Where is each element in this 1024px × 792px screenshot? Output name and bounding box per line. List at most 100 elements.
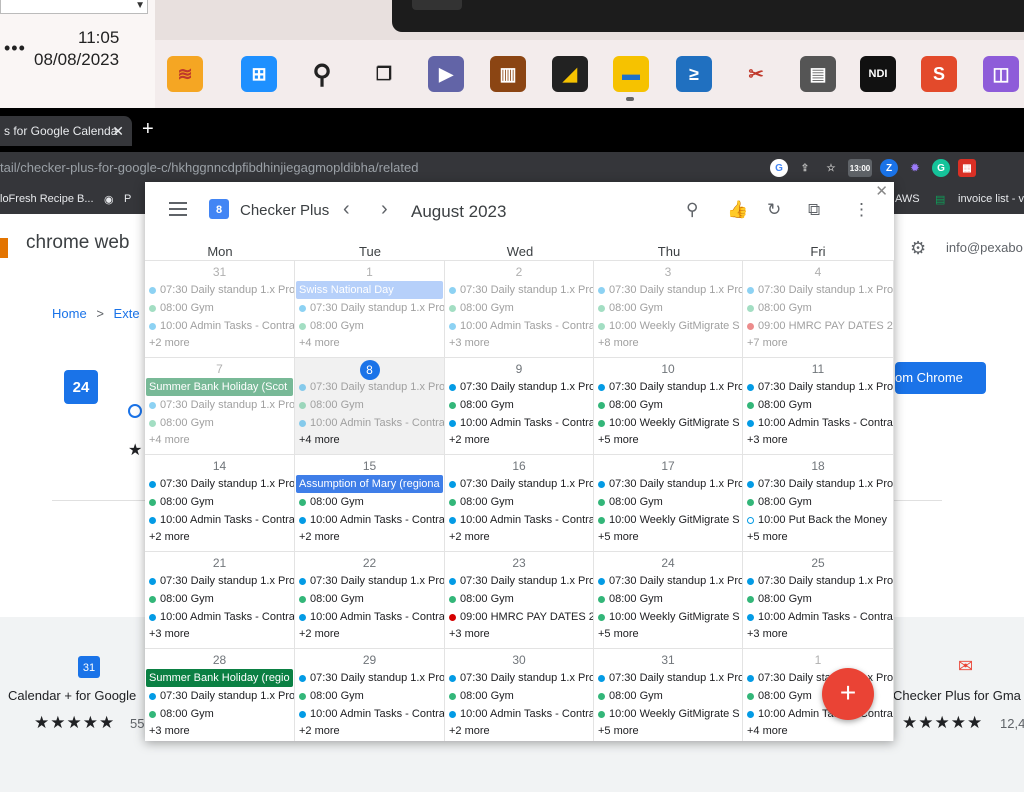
more-events-link[interactable]: +4 more — [295, 432, 444, 448]
more-events-link[interactable]: +3 more — [145, 723, 294, 739]
prev-month-icon[interactable]: ‹ — [343, 198, 350, 221]
more-events-link[interactable]: +5 more — [594, 626, 742, 642]
settings-gear-icon[interactable]: ⚙ — [910, 238, 926, 259]
calendar-event[interactable]: 10:00 Weekly GitMigrate S — [594, 317, 742, 335]
bookmark-p[interactable]: P — [124, 193, 131, 205]
checker-plus-badge-icon[interactable]: 13:00 — [848, 159, 872, 177]
calendar-event[interactable]: 08:00 Gym — [145, 705, 294, 723]
day-cell[interactable]: 25 07:30 Daily standup 1.x Pro 08:00 Gym 10… — [743, 551, 894, 648]
more-events-link[interactable]: +2 more — [145, 335, 294, 351]
calendar-event[interactable]: 08:00 Gym — [295, 317, 444, 335]
open-external-icon[interactable]: ⧉ — [808, 200, 820, 220]
calendar-event[interactable]: 08:00 Gym — [594, 687, 742, 705]
more-events-link[interactable]: +3 more — [445, 335, 593, 351]
more-events-link[interactable]: +2 more — [295, 529, 444, 545]
day-cell[interactable]: 21 07:30 Daily standup 1.x Pro 08:00 Gym 10… — [145, 551, 295, 648]
star-bookmark-icon[interactable]: ☆ — [822, 159, 840, 177]
clock-date[interactable]: 08/08/2023 — [34, 50, 119, 70]
day-cell[interactable]: 31 07:30 Daily standup 1.x Pro 08:00 Gym 10… — [145, 260, 295, 357]
purple-app-icon[interactable]: ◫ — [983, 56, 1019, 92]
more-vert-icon[interactable]: ⋮ — [853, 200, 870, 220]
add-event-button[interactable]: + — [822, 668, 874, 720]
day-cell[interactable]: 28 Summer Bank Holiday (regio 07:30 Daily … — [145, 648, 295, 741]
day-number[interactable]: 3 — [594, 263, 742, 281]
day-number[interactable]: 31 — [145, 263, 294, 281]
more-events-link[interactable]: +5 more — [594, 432, 742, 448]
calendar-event[interactable]: 10:00 Admin Tasks - Contra — [295, 414, 444, 432]
related-item-title-left[interactable]: Calendar + for Google — [8, 688, 136, 703]
calendar-event[interactable]: 10:00 Weekly GitMigrate S — [594, 705, 742, 723]
day-cell[interactable]: 11 07:30 Daily standup 1.x Pro 08:00 Gym 10… — [743, 357, 894, 454]
day-cell[interactable]: 17 07:30 Daily standup 1.x Pro 08:00 Gym 10… — [594, 454, 743, 551]
task-view-icon[interactable]: ❐ — [366, 56, 402, 92]
ndi-icon[interactable]: NDI — [860, 56, 896, 92]
calendar-event[interactable]: 10:00 Admin Tasks - Contra — [445, 414, 593, 432]
day-cell[interactable]: 2 07:30 Daily standup 1.x Pro 08:00 Gym 10:… — [445, 260, 594, 357]
more-events-link[interactable]: +2 more — [145, 529, 294, 545]
tab-google-calendar[interactable]: s for Google Calenda ✕ — [0, 116, 132, 146]
day-cell[interactable]: 18 07:30 Daily standup 1.x Pro 08:00 Gym 10… — [743, 454, 894, 551]
all-day-event[interactable]: Assumption of Mary (regiona — [296, 475, 443, 493]
more-events-link[interactable]: +3 more — [445, 626, 593, 642]
calendar-event[interactable]: 07:30 Daily standup 1.x Pro — [594, 281, 742, 299]
more-events-link[interactable]: +2 more — [445, 529, 593, 545]
calendar-event[interactable]: 07:30 Daily standup 1.x Pro — [594, 475, 742, 493]
day-number[interactable]: 11 — [743, 360, 893, 378]
calendar-event[interactable]: 08:00 Gym — [295, 493, 444, 511]
calendar-event[interactable]: 08:00 Gym — [145, 299, 294, 317]
calendar-event[interactable]: 07:30 Daily standup 1.x Pro — [594, 669, 742, 687]
more-events-link[interactable]: +8 more — [594, 335, 742, 351]
more-events-link[interactable]: +4 more — [145, 432, 294, 448]
calendar-event[interactable]: 10:00 Admin Tasks - Contra — [743, 608, 893, 626]
dropdown-strip[interactable]: ▼ — [0, 0, 148, 14]
thumbs-up-icon[interactable]: 👍 — [727, 200, 748, 220]
day-number[interactable]: 1 — [743, 651, 893, 669]
calendar-event[interactable]: 10:00 Admin Tasks - Contra — [445, 317, 593, 335]
calendar-event[interactable]: 10:00 Put Back the Money — [743, 511, 893, 529]
calendar-event[interactable]: 07:30 Daily standup 1.x Pro — [145, 687, 294, 705]
clock-time[interactable]: 11:05 — [78, 28, 119, 48]
calendar-event[interactable]: 08:00 Gym — [594, 299, 742, 317]
day-cell[interactable]: 24 07:30 Daily standup 1.x Pro 08:00 Gym 10… — [594, 551, 743, 648]
calendar-event[interactable]: 08:00 Gym — [295, 687, 444, 705]
day-number[interactable]: 18 — [743, 457, 893, 475]
day-number[interactable]: 17 — [594, 457, 742, 475]
grammarly-icon[interactable]: G — [932, 159, 950, 177]
app-stack-icon[interactable]: ≋ — [167, 56, 203, 92]
calendar-event[interactable]: 07:30 Daily standup 1.x Pro — [743, 378, 893, 396]
calendar-event[interactable]: 10:00 Admin Tasks - Contra — [445, 511, 593, 529]
calendar-event[interactable]: 07:30 Daily standup 1.x Pro — [743, 281, 893, 299]
more-events-link[interactable]: +4 more — [295, 335, 444, 351]
calendar-ext-icon[interactable]: ▦ — [958, 159, 976, 177]
day-cell[interactable]: 14 07:30 Daily standup 1.x Pro 08:00 Gym 10… — [145, 454, 295, 551]
calendar-event[interactable]: 07:30 Daily standup 1.x Pro — [145, 396, 294, 414]
s-app-icon[interactable]: S — [921, 56, 957, 92]
day-cell[interactable]: 3 07:30 Daily standup 1.x Pro 08:00 Gym 10:… — [594, 260, 743, 357]
calendar-event[interactable]: 08:00 Gym — [445, 590, 593, 608]
close-tab-icon[interactable]: ✕ — [112, 116, 124, 146]
overflow-dots-icon[interactable]: ••• — [4, 38, 26, 59]
google-icon[interactable]: G — [770, 159, 788, 177]
day-number[interactable]: 21 — [145, 554, 294, 572]
calendar-event[interactable]: 10:00 Admin Tasks - Contra — [445, 705, 593, 723]
day-cell[interactable]: 10 07:30 Daily standup 1.x Pro 08:00 Gym 10… — [594, 357, 743, 454]
calendar-event[interactable]: 07:30 Daily standup 1.x Pro — [594, 572, 742, 590]
more-events-link[interactable]: +2 more — [445, 723, 593, 739]
calendar-event[interactable]: 08:00 Gym — [743, 299, 893, 317]
day-cell[interactable]: 22 07:30 Daily standup 1.x Pro 08:00 Gym 10… — [295, 551, 445, 648]
server-app-icon[interactable]: ▤ — [800, 56, 836, 92]
teams-meet-icon[interactable]: ▶ — [428, 56, 464, 92]
calendar-event[interactable]: 10:00 Weekly GitMigrate S — [594, 608, 742, 626]
powershell-icon[interactable]: ≥ — [676, 56, 712, 92]
calendar-event[interactable]: 08:00 Gym — [445, 687, 593, 705]
calendar-event[interactable]: 10:00 Admin Tasks - Contra — [295, 608, 444, 626]
all-day-event[interactable]: Summer Bank Holiday (regio — [146, 669, 293, 687]
calendar-event[interactable]: 08:00 Gym — [145, 493, 294, 511]
day-cell[interactable]: 31 07:30 Daily standup 1.x Pro 08:00 Gym 10… — [594, 648, 743, 741]
more-events-link[interactable]: +2 more — [445, 432, 593, 448]
day-number[interactable]: 15 — [295, 457, 444, 475]
calendar-event[interactable]: 07:30 Daily standup 1.x Pro — [445, 475, 593, 493]
day-cell[interactable]: 8 07:30 Daily standup 1.x Pro 08:00 Gym 10:… — [295, 357, 445, 454]
day-cell[interactable]: 1 Swiss National Day 07:30 Daily standup 1… — [295, 260, 445, 357]
calendar-event[interactable]: 07:30 Daily standup 1.x Pro — [295, 669, 444, 687]
